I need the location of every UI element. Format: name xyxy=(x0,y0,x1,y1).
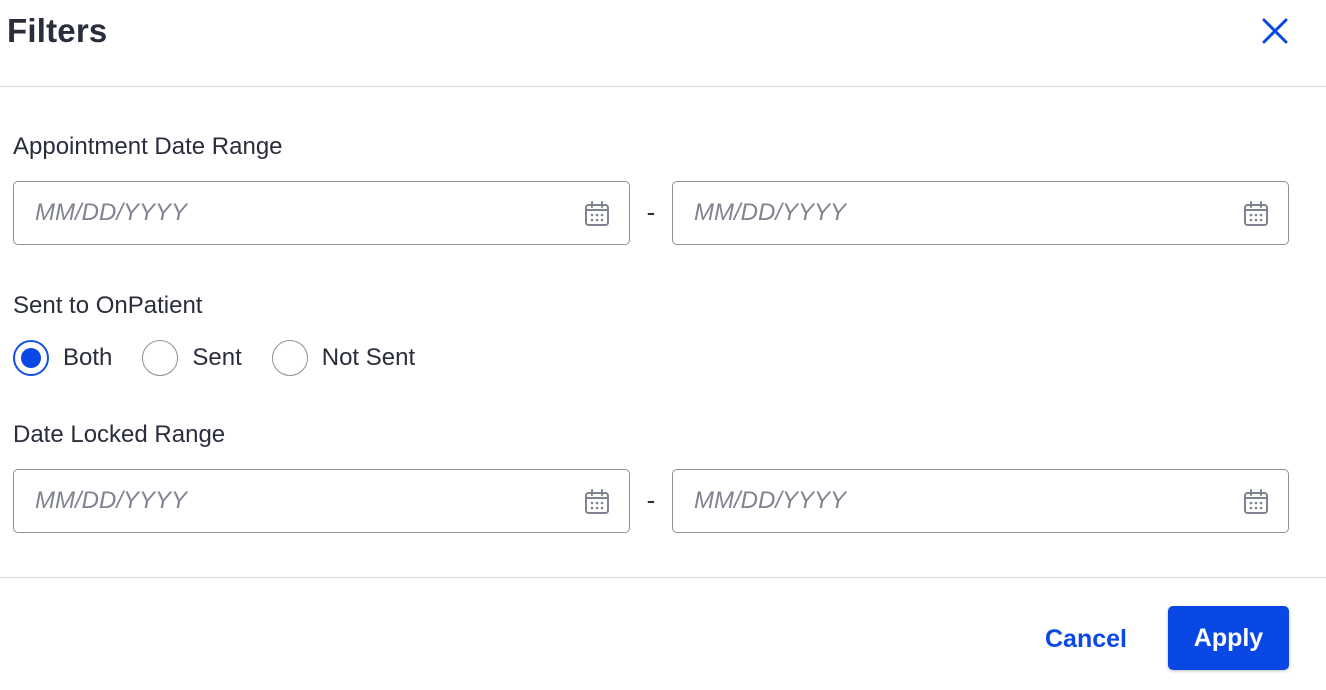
sent-to-onpatient-label: Sent to OnPatient xyxy=(13,292,203,319)
radio-label-both: Both xyxy=(63,344,113,371)
close-icon xyxy=(1262,18,1288,44)
appointment-end-date-input[interactable] xyxy=(673,182,1288,244)
range-separator: - xyxy=(646,485,656,515)
appointment-start-date-input[interactable] xyxy=(14,182,629,244)
appointment-end-date-field[interactable] xyxy=(672,181,1289,245)
calendar-icon[interactable] xyxy=(583,488,611,516)
radio-button-not-sent[interactable] xyxy=(271,340,308,376)
date-locked-range-label: Date Locked Range xyxy=(13,421,226,448)
locked-end-date-input[interactable] xyxy=(673,470,1288,532)
calendar-icon[interactable] xyxy=(1242,200,1270,228)
cancel-button[interactable]: Cancel xyxy=(1030,607,1142,671)
appointment-date-range-label: Appointment Date Range xyxy=(13,133,283,160)
radio-button-sent[interactable] xyxy=(142,340,179,376)
range-separator: - xyxy=(646,197,656,227)
sent-to-onpatient-radio-group: Both Sent Not Sent xyxy=(13,339,445,377)
radio-label-sent: Sent xyxy=(192,344,242,371)
calendar-icon[interactable] xyxy=(583,200,611,228)
radio-label-not-sent: Not Sent xyxy=(321,344,416,371)
appointment-start-date-field[interactable] xyxy=(13,181,630,245)
locked-end-date-field[interactable] xyxy=(672,469,1289,533)
locked-start-date-input[interactable] xyxy=(14,470,629,532)
footer-divider xyxy=(0,577,1326,578)
apply-button[interactable]: Apply xyxy=(1168,606,1289,670)
radio-button-both[interactable] xyxy=(13,340,49,376)
filters-dialog: Filters Appointment Date Range - xyxy=(0,0,1326,690)
dialog-title: Filters xyxy=(7,12,108,49)
locked-start-date-field[interactable] xyxy=(13,469,630,533)
close-button[interactable] xyxy=(1258,14,1292,48)
radio-option-sent[interactable]: Sent xyxy=(142,340,242,376)
radio-option-both[interactable]: Both xyxy=(13,340,112,376)
radio-option-not-sent[interactable]: Not Sent xyxy=(271,340,416,376)
dialog-header: Filters xyxy=(0,0,1326,87)
calendar-icon[interactable] xyxy=(1242,488,1270,516)
